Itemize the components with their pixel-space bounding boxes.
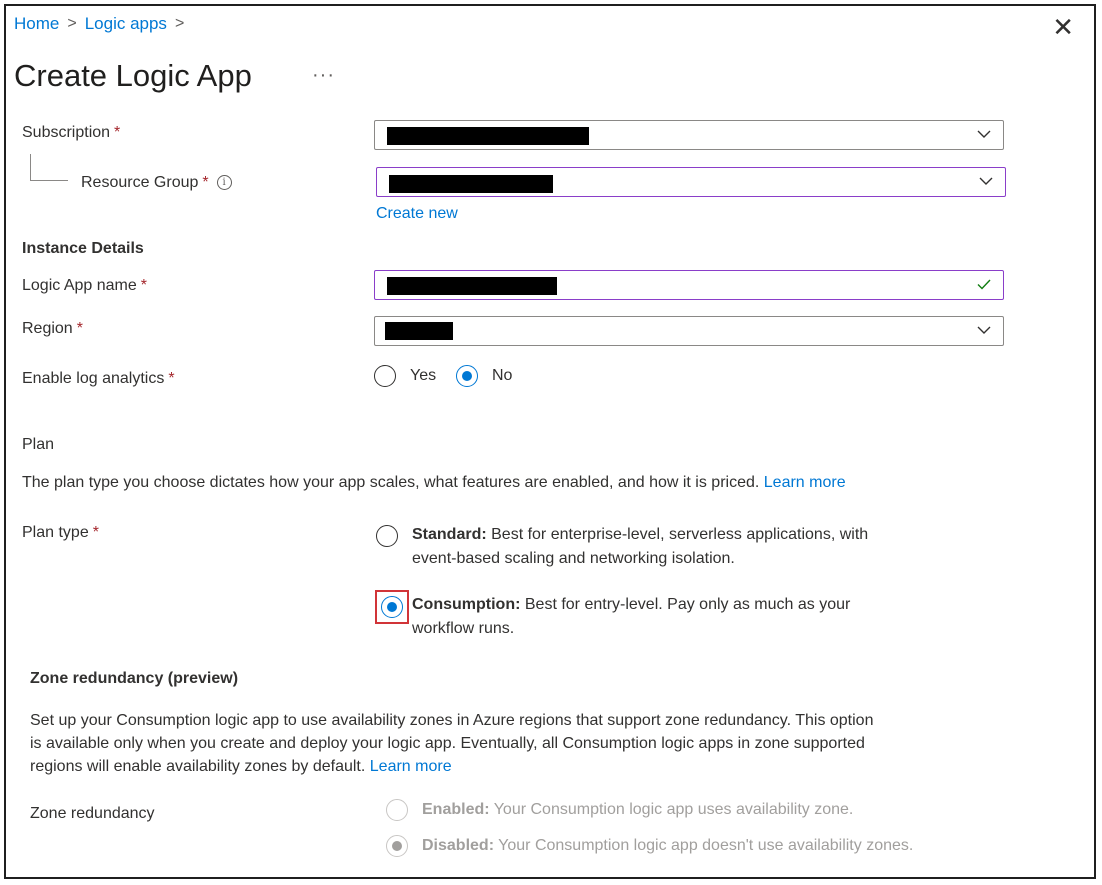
subscription-label-text: Subscription [22, 124, 111, 141]
zone-disabled-desc: Your Consumption logic app doesn't use a… [498, 837, 914, 854]
plan-consumption-title: Consumption: [412, 596, 521, 613]
tree-connector-vertical [30, 154, 31, 180]
breadcrumb: Home > Logic apps > [14, 14, 184, 34]
plan-heading: Plan [22, 436, 55, 453]
plan-type-label-text: Plan type [22, 524, 89, 541]
log-analytics-no-radio[interactable] [456, 365, 478, 387]
log-analytics-no-label[interactable]: No [492, 364, 512, 388]
resource-group-label-text: Resource Group [81, 174, 199, 191]
info-icon[interactable]: i [216, 175, 232, 190]
plan-standard-option[interactable]: Standard: Best for enterprise-level, ser… [412, 523, 992, 571]
required-marker: * [114, 124, 121, 141]
log-analytics-yes-radio[interactable] [374, 365, 396, 387]
log-analytics-label: Enable log analytics * [22, 370, 175, 388]
zone-enabled-option[interactable]: Enabled: Your Consumption logic app uses… [422, 798, 853, 822]
log-analytics-yes-label[interactable]: Yes [410, 364, 436, 388]
chevron-down-icon [977, 130, 991, 138]
zone-description-line-3-text: regions will enable availability zones b… [30, 758, 366, 775]
redacted-value [385, 322, 453, 340]
zone-disabled-radio[interactable] [386, 835, 408, 857]
required-marker: * [92, 524, 99, 541]
plan-description-text: The plan type you choose dictates how yo… [22, 474, 760, 491]
create-logic-app-panel: Home > Logic apps > ✕ Create Logic App ·… [4, 4, 1096, 879]
region-label: Region * [22, 320, 83, 338]
checkmark-icon [977, 279, 991, 290]
plan-description: The plan type you choose dictates how yo… [22, 474, 846, 492]
plan-type-label: Plan type * [22, 524, 99, 542]
plan-consumption-option[interactable]: Consumption: Best for entry-level. Pay o… [412, 593, 992, 641]
subscription-dropdown[interactable] [374, 120, 1004, 150]
zone-enabled-desc: Your Consumption logic app uses availabi… [493, 801, 854, 818]
chevron-down-icon [977, 326, 991, 334]
zone-enabled-title: Enabled: [422, 801, 490, 818]
chevron-down-icon [979, 177, 993, 185]
page-title: Create Logic App [14, 58, 252, 93]
logic-app-name-label-text: Logic App name [22, 277, 137, 294]
plan-standard-desc-2: event-based scaling and networking isola… [412, 550, 735, 567]
zone-redundancy-heading: Zone redundancy (preview) [30, 670, 239, 687]
required-marker: * [140, 277, 147, 294]
plan-learn-more-link[interactable]: Learn more [764, 474, 846, 491]
more-options-icon[interactable]: ··· [312, 64, 335, 87]
plan-consumption-desc-2: workflow runs. [412, 620, 515, 637]
redacted-value [387, 277, 557, 295]
plan-consumption-desc-1: Best for entry-level. Pay only as much a… [524, 596, 851, 613]
breadcrumb-logic-apps-link[interactable]: Logic apps [85, 14, 167, 34]
logic-app-name-label: Logic App name * [22, 277, 147, 295]
required-marker: * [202, 174, 209, 191]
breadcrumb-separator: > [174, 15, 185, 32]
zone-disabled-option[interactable]: Disabled: Your Consumption logic app doe… [422, 834, 913, 858]
plan-standard-radio[interactable] [376, 525, 398, 547]
plan-standard-desc-1: Best for enterprise-level, serverless ap… [491, 526, 869, 543]
close-icon[interactable]: ✕ [1052, 14, 1074, 40]
plan-consumption-radio[interactable] [381, 596, 403, 618]
instance-details-heading: Instance Details [22, 240, 144, 257]
zone-redundancy-description: Set up your Consumption logic app to use… [30, 709, 1070, 778]
breadcrumb-separator: > [67, 15, 77, 32]
redacted-value [389, 175, 553, 193]
breadcrumb-home-link[interactable]: Home [14, 14, 59, 34]
required-marker: * [168, 370, 175, 387]
zone-redundancy-label: Zone redundancy [30, 805, 155, 822]
zone-description-line-1: Set up your Consumption logic app to use… [30, 712, 874, 729]
create-new-link[interactable]: Create new [376, 205, 458, 223]
plan-standard-title: Standard: [412, 526, 487, 543]
region-dropdown[interactable] [374, 316, 1004, 346]
log-analytics-label-text: Enable log analytics [22, 370, 165, 387]
subscription-label: Subscription * [22, 124, 120, 142]
redacted-value [387, 127, 589, 145]
tree-connector-horizontal [30, 180, 68, 181]
zone-enabled-radio[interactable] [386, 799, 408, 821]
required-marker: * [76, 320, 83, 337]
resource-group-label: Resource Group * i [81, 174, 232, 192]
zone-description-line-2: is available only when you create and de… [30, 735, 865, 752]
zone-disabled-title: Disabled: [422, 837, 495, 854]
logic-app-name-input[interactable] [374, 270, 1004, 300]
region-label-text: Region [22, 320, 73, 337]
zone-learn-more-link[interactable]: Learn more [370, 758, 452, 775]
zone-description-line-3: regions will enable availability zones b… [30, 755, 1070, 778]
resource-group-dropdown[interactable] [376, 167, 1006, 197]
